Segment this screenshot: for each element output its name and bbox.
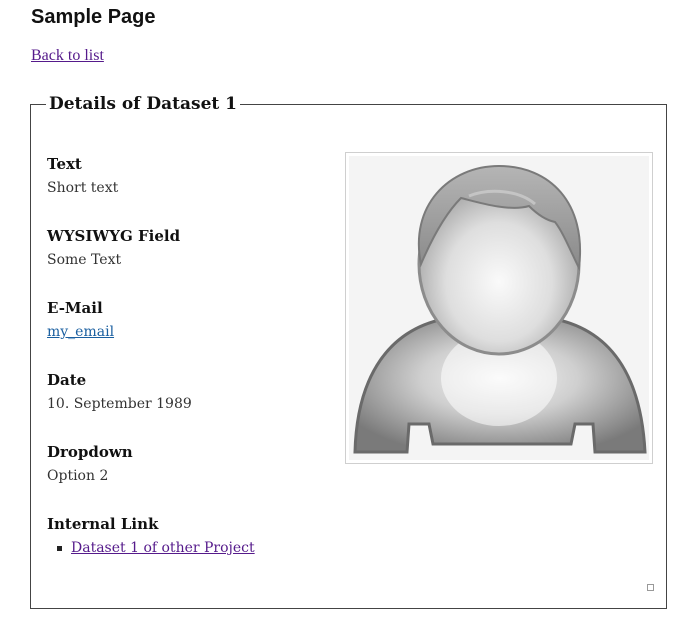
field-label: WYSIWYG Field: [47, 227, 181, 245]
field-dropdown: Dropdown Option 2: [47, 443, 133, 485]
resize-handle-icon: [647, 584, 654, 591]
field-value-wrapper: my_email: [47, 323, 114, 341]
field-internal-link: Internal Link Dataset 1 of other Project: [47, 515, 255, 557]
field-label: Text: [47, 155, 82, 173]
internal-link-list: Dataset 1 of other Project: [47, 539, 255, 557]
field-value: 10. September 1989: [47, 396, 192, 412]
details-legend: Details of Dataset 1: [49, 94, 238, 114]
field-label: Date: [47, 371, 87, 389]
internal-link[interactable]: Dataset 1 of other Project: [71, 540, 255, 556]
field-text: Text Short text: [47, 155, 118, 197]
field-value: Some Text: [47, 252, 122, 268]
details-fieldset: Details of Dataset 1 Text Short text WYS…: [30, 94, 667, 609]
email-link[interactable]: my_email: [47, 324, 114, 340]
back-to-list-link[interactable]: Back to list: [31, 47, 104, 65]
field-value: Option 2: [47, 468, 109, 484]
field-date: Date 10. September 1989: [47, 371, 192, 413]
field-label: Internal Link: [47, 515, 159, 533]
user-avatar-icon: [349, 156, 649, 460]
field-label: Dropdown: [47, 443, 133, 461]
field-email: E-Mail my_email: [47, 299, 114, 341]
list-item: Dataset 1 of other Project: [55, 539, 255, 557]
field-value: Short text: [47, 180, 119, 196]
field-wysiwyg: WYSIWYG Field Some Text: [47, 227, 180, 269]
dataset-image: [345, 152, 653, 464]
page-title: Sample Page: [31, 6, 156, 28]
bullet-icon: [57, 546, 62, 551]
field-label: E-Mail: [47, 299, 103, 317]
